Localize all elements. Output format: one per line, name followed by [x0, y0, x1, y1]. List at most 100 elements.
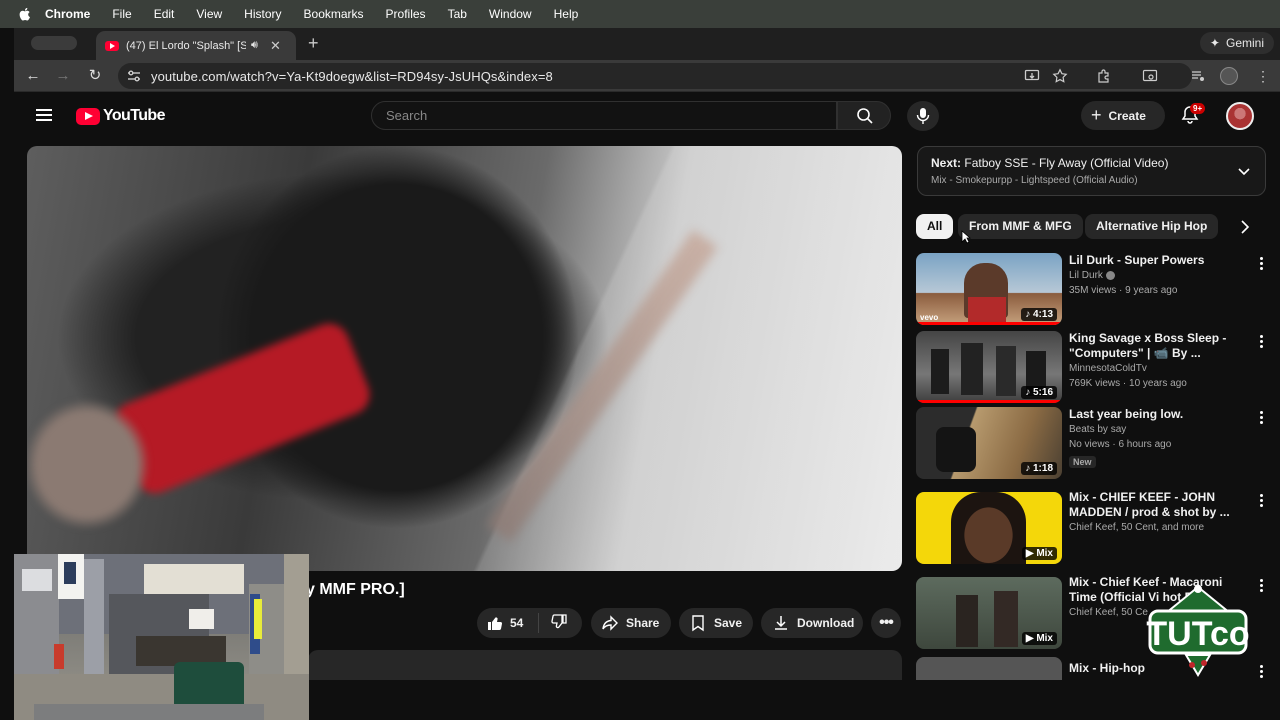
share-label: Share	[626, 616, 660, 630]
like-count: 54	[510, 616, 524, 630]
menu-file[interactable]: File	[112, 7, 131, 21]
hamburger-menu-icon[interactable]	[36, 109, 52, 121]
mix-badge: ▶︎ Mix	[1021, 547, 1057, 560]
account-avatar[interactable]	[1226, 102, 1254, 130]
thumb-figure	[931, 349, 949, 394]
more-vertical-icon[interactable]	[1260, 335, 1264, 349]
playlist-icon: ▶︎	[1025, 633, 1034, 644]
apple-logo-icon[interactable]	[17, 6, 33, 22]
share-button[interactable]: Share	[591, 608, 671, 638]
chevron-right-icon[interactable]	[1238, 219, 1252, 235]
dislike-button[interactable]	[539, 613, 568, 634]
list-item[interactable]: vevo ♪ 4:13 Lil Durk - Super Powers Lil …	[916, 253, 1266, 325]
more-vertical-icon[interactable]	[1260, 411, 1264, 425]
tab-search-icon[interactable]	[1142, 68, 1158, 84]
video-thumbnail[interactable]: ♪ 5:16	[916, 331, 1062, 403]
new-tab-icon[interactable]: +	[308, 33, 319, 54]
up-next-title: Next: Fatboy SSE - Fly Away (Official Vi…	[931, 156, 1168, 170]
voice-search-button[interactable]	[907, 101, 939, 131]
menu-help[interactable]: Help	[554, 7, 579, 21]
more-vertical-icon[interactable]	[1260, 579, 1264, 593]
tab-group-collapsed[interactable]	[31, 36, 77, 50]
gemini-button[interactable]: ✦ Gemini	[1199, 32, 1274, 54]
speaker-icon[interactable]: 🔊︎	[251, 39, 258, 52]
up-next-subtitle: Mix - Smokepurpp - Lightspeed (Official …	[931, 175, 1138, 186]
search-button[interactable]	[837, 101, 891, 130]
video-thumbnail[interactable]: vevo ♪ 4:13	[916, 253, 1062, 325]
channel-name[interactable]: Lil Durk	[1069, 268, 1239, 283]
more-vertical-icon[interactable]	[1260, 257, 1264, 271]
video-thumbnail[interactable]: ▶︎ Mix	[916, 577, 1062, 649]
webcam-scene-image	[14, 554, 309, 720]
video-title[interactable]: Lil Durk - Super Powers	[1069, 253, 1239, 268]
menu-tab[interactable]: Tab	[448, 7, 467, 21]
thumb-figure	[956, 595, 978, 647]
menu-profiles[interactable]: Profiles	[386, 7, 426, 21]
channel-name[interactable]: Chief Keef, 50 Cent, and more	[1069, 520, 1239, 535]
menu-window[interactable]: Window	[489, 7, 532, 21]
list-item[interactable]: ♪ 5:16 King Savage x Boss Sleep - "Compu…	[916, 331, 1266, 403]
save-button[interactable]: Save	[679, 608, 753, 638]
menu-edit[interactable]: Edit	[154, 7, 175, 21]
share-arrow-icon	[602, 615, 618, 631]
menu-history[interactable]: History	[244, 7, 281, 21]
chevron-down-icon[interactable]	[1237, 164, 1251, 178]
channel-name[interactable]: MinnesotaColdTv	[1069, 361, 1239, 376]
bookmark-star-icon[interactable]	[1052, 68, 1068, 84]
menu-view[interactable]: View	[196, 7, 222, 21]
save-label: Save	[714, 616, 743, 630]
video-thumbnail[interactable]: ▶︎ Mix	[916, 492, 1062, 564]
duration-badge: ♪ 5:16	[1021, 386, 1057, 399]
extensions-icon[interactable]	[1096, 68, 1112, 84]
description-box[interactable]	[308, 650, 902, 680]
browser-toolbar: ← → ↻ youtube.com/watch?v=Ya-Kt9doegw&li…	[14, 60, 1280, 92]
chip-from-mmf-mfg[interactable]: From MMF & MFG	[958, 214, 1083, 239]
video-frame-hand	[27, 371, 177, 541]
like-dislike-group: 54	[477, 608, 582, 638]
site-settings-icon[interactable]	[127, 69, 141, 83]
browser-tab-strip: (47) El Lordo "Splash" [SI 🔊︎ ✕ + ✦ Gemi…	[14, 28, 1280, 60]
verified-check-icon	[1105, 270, 1115, 280]
video-title[interactable]: King Savage x Boss Sleep - "Computers" |…	[1069, 331, 1239, 361]
download-button[interactable]: Download	[761, 608, 863, 638]
notification-count-badge: 9+	[1190, 103, 1206, 114]
more-vertical-icon[interactable]	[1260, 494, 1264, 508]
close-tab-icon[interactable]: ✕	[270, 38, 281, 54]
thumb-shirt	[968, 297, 1006, 325]
more-actions-button[interactable]: •••	[871, 608, 901, 638]
menu-chrome[interactable]: Chrome	[45, 7, 90, 21]
more-vertical-icon[interactable]	[1260, 665, 1264, 679]
video-thumbnail[interactable]: ♪ 1:18	[916, 407, 1062, 479]
up-next-card[interactable]: Next: Fatboy SSE - Fly Away (Official Vi…	[917, 146, 1266, 196]
chip-alternative-hip-hop[interactable]: Alternative Hip Hop	[1085, 214, 1219, 239]
microphone-icon	[916, 108, 930, 124]
forward-arrow-icon[interactable]: →	[54, 67, 72, 85]
video-title[interactable]: Mix - CHIEF KEEF - JOHN MADDEN / prod & …	[1069, 490, 1239, 520]
channel-name[interactable]: Beats by say	[1069, 422, 1239, 437]
video-player[interactable]	[27, 146, 902, 571]
create-button[interactable]: + Create	[1081, 101, 1165, 130]
browser-tab-youtube[interactable]: (47) El Lordo "Splash" [SI 🔊︎ ✕	[96, 31, 296, 60]
thumbs-down-icon	[551, 613, 567, 628]
gemini-label: Gemini	[1225, 36, 1264, 50]
chrome-menu-icon[interactable]: ⋮	[1256, 68, 1272, 84]
search-input[interactable]: Search	[371, 101, 837, 130]
watermark-text: TUTco	[1146, 615, 1249, 653]
profile-avatar-icon[interactable]	[1220, 67, 1238, 85]
video-thumbnail[interactable]	[916, 657, 1062, 680]
chip-all[interactable]: All	[916, 214, 954, 239]
install-app-icon[interactable]	[1024, 68, 1040, 84]
reload-icon[interactable]: ↻	[86, 67, 104, 85]
like-button[interactable]: 54	[477, 613, 539, 633]
list-item[interactable]: ▶︎ Mix Mix - CHIEF KEEF - JOHN MADDEN / …	[916, 490, 1266, 564]
video-title[interactable]: Last year being low.	[1069, 407, 1239, 422]
list-item[interactable]: ♪ 1:18 Last year being low. Beats by say…	[916, 407, 1266, 479]
thumbs-up-icon	[488, 617, 503, 631]
media-controls-icon[interactable]	[1190, 68, 1206, 84]
back-arrow-icon[interactable]: ←	[24, 67, 42, 85]
menu-bookmarks[interactable]: Bookmarks	[304, 7, 364, 21]
thumb-figure	[961, 343, 983, 395]
download-label: Download	[797, 616, 855, 630]
youtube-logo[interactable]: YouTube	[76, 107, 165, 125]
video-stats: No views · 6 hours ago	[1069, 439, 1172, 450]
